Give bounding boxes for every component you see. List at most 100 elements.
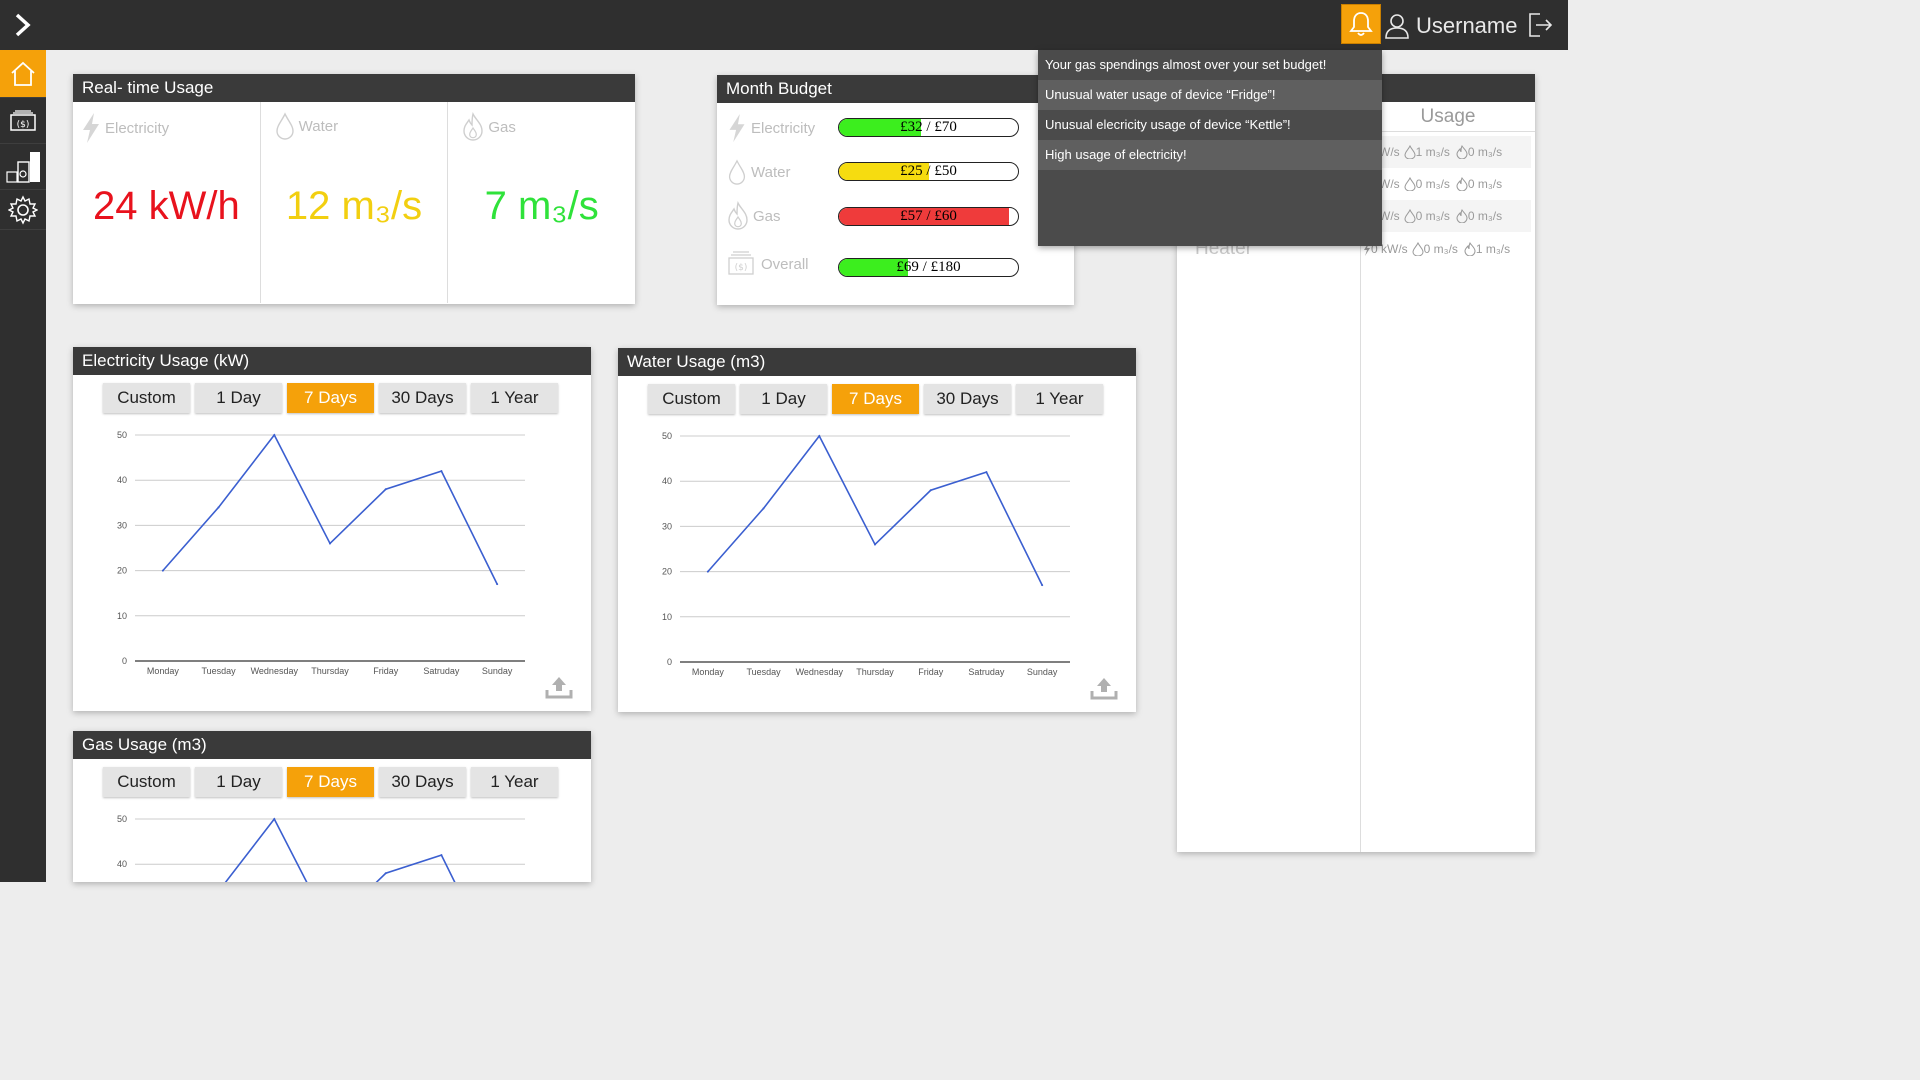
x-tick-label: Monday	[692, 667, 725, 677]
data-point	[440, 854, 443, 857]
water-drop-icon	[728, 159, 746, 185]
export-button[interactable]	[545, 675, 573, 704]
data-point	[329, 542, 331, 545]
y-tick-label: 20	[117, 566, 127, 576]
realtime-water-value: 12 m₃/s	[285, 184, 423, 228]
chevron-right-icon[interactable]	[8, 10, 38, 40]
svg-text:($): ($)	[735, 263, 748, 273]
device-water: 0 m₃/s	[1423, 242, 1458, 256]
flame-icon	[1456, 209, 1468, 223]
water-drop-icon	[1412, 242, 1424, 256]
x-tick-label: Tuesday	[746, 667, 781, 677]
budget-row-electricity: Electricity	[727, 113, 837, 143]
flame-icon	[463, 112, 484, 141]
budget-row-water: Water	[727, 159, 837, 185]
y-tick-label: 0	[122, 656, 127, 666]
device-usage-row: 9 kW/s 0 m₃/s 0 m₃/s	[1363, 168, 1531, 200]
sidebar-item-settings[interactable]	[0, 190, 46, 230]
user-icon	[1385, 14, 1409, 39]
x-tick-label: Thursday	[856, 667, 894, 677]
budget-gas-bar: £57 / £60	[838, 207, 1019, 226]
notification-item[interactable]: Unusual elecricity usage of device “Kett…	[1038, 110, 1382, 140]
realtime-usage-card: Real- time Usage Electricity 24 kW/h Wat…	[73, 74, 635, 304]
series-line	[162, 433, 498, 585]
bell-icon	[1349, 12, 1373, 36]
realtime-electricity-value: 24 kW/h	[92, 184, 240, 228]
realtime-gas-value: 7 m₃/s	[484, 184, 599, 228]
device-usage-row: 4 kW/s 1 m₃/s 0 m₃/s	[1363, 136, 1531, 168]
notification-item[interactable]: Your gas spendings almost over your set …	[1038, 50, 1382, 80]
gas-usage-title: Gas Usage (m3)	[73, 731, 591, 759]
data-point	[985, 471, 988, 474]
series-line	[707, 434, 1043, 586]
water-drop-icon	[1404, 177, 1416, 191]
month-budget-title: Month Budget	[717, 75, 1074, 103]
x-tick-label: Satruday	[423, 666, 460, 676]
realtime-electricity-label: Electricity	[105, 119, 170, 137]
y-tick-label: 50	[117, 430, 127, 440]
x-tick-label: Thursday	[311, 666, 349, 676]
data-point	[929, 489, 932, 492]
budget-electricity-amount: £32 / £70	[900, 119, 957, 135]
budget-row-overall: ($) Overall	[725, 249, 847, 279]
y-tick-label: 20	[662, 567, 672, 577]
notification-item[interactable]: Unusual water usage of device “Fridge”!	[1038, 80, 1382, 110]
electricity-usage-card: Electricity Usage (kW) Custom 1 Day 7 Da…	[73, 347, 591, 711]
money-icon: ($)	[728, 251, 754, 275]
notification-item[interactable]: High usage of electricity!	[1038, 140, 1382, 170]
y-tick-label: 50	[662, 431, 672, 441]
budget-gas-amount: £57 / £60	[900, 208, 957, 224]
budget-water-amount: £25 / £50	[900, 163, 957, 179]
data-point	[762, 507, 765, 510]
notifications-dropdown: Your gas spendings almost over your set …	[1038, 50, 1382, 246]
sidebar-item-budget[interactable]: ($)	[0, 98, 46, 144]
water-drop-icon	[275, 112, 294, 140]
gas-chart: 01020304050Monday Tuesday Wednesday Thursda…	[117, 814, 525, 882]
water-usage-title: Water Usage (m3)	[618, 348, 1136, 376]
data-point	[818, 435, 821, 437]
sidebar-item-home[interactable]	[0, 50, 46, 98]
notifications-button[interactable]	[1341, 4, 1381, 44]
realtime-gas: Gas 7 m₃/s	[448, 102, 635, 303]
data-point	[496, 583, 499, 586]
device-usage-row: 7 kW/s 0 m₃/s 0 m₃/s	[1363, 200, 1531, 232]
water-usage-card: Water Usage (m3) Custom 1 Day 7 Days 30 …	[618, 348, 1136, 712]
realtime-water-label: Water	[298, 117, 339, 135]
flame-icon	[1456, 145, 1468, 159]
budget-overall-label: Overall	[761, 255, 809, 273]
x-tick-label: Friday	[373, 666, 399, 676]
money-icon: ($)	[10, 109, 36, 131]
bolt-icon	[83, 113, 99, 143]
export-button[interactable]	[1090, 676, 1118, 705]
electricity-chart: 0 10 20 30 40 50 Monday Tuesday Wednesday Thursda…	[117, 430, 525, 676]
series-line	[224, 817, 456, 882]
user-menu[interactable]: Username	[1384, 8, 1517, 44]
y-tick-label: 30	[662, 521, 672, 531]
y-tick-label: 0	[667, 657, 672, 667]
device-gas: 0 m₃/s	[1467, 177, 1503, 191]
data-point	[440, 470, 443, 473]
y-tick-label: 40	[117, 859, 127, 869]
upload-icon	[545, 677, 573, 699]
y-tick-label: 30	[117, 520, 127, 530]
electricity-usage-title: Electricity Usage (kW)	[73, 347, 591, 375]
x-tick-label: Sunday	[482, 666, 513, 676]
x-tick-label: Sunday	[1027, 667, 1058, 677]
data-point	[874, 543, 876, 546]
data-point	[1041, 584, 1044, 587]
data-point	[273, 818, 276, 820]
water-drop-icon	[1404, 145, 1416, 159]
budget-gas-label: Gas	[753, 207, 781, 225]
bolt-icon	[729, 113, 745, 143]
svg-text:($): ($)	[17, 120, 30, 130]
gear-icon	[8, 194, 38, 225]
gas-usage-card: Gas Usage (m3) Custom 1 Day 7 Days 30 Da…	[73, 731, 591, 882]
logout-button[interactable]	[1526, 10, 1554, 40]
x-tick-label: Satruday	[968, 667, 1005, 677]
sidebar-item-devices[interactable]	[0, 144, 46, 190]
device-usage-column-header: Usage	[1361, 102, 1535, 132]
device-gas: 0 m₃/s	[1467, 145, 1503, 159]
realtime-water: Water 12 m₃/s	[261, 102, 449, 303]
budget-row-gas: Gas	[727, 201, 839, 231]
y-tick-label: 50	[117, 814, 127, 824]
